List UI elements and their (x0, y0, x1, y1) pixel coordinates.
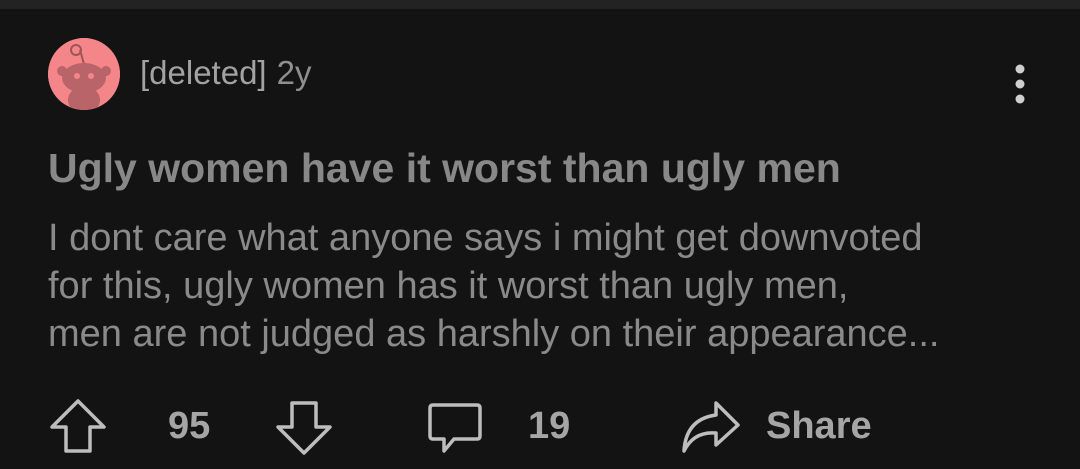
more-vertical-icon (1015, 64, 1025, 104)
vote-count: 95 (168, 404, 211, 447)
post-age: 2y (276, 54, 312, 91)
post-body-line: I dont care what anyone says i might get… (48, 217, 923, 259)
avatar[interactable] (48, 38, 120, 110)
action-bar: 95 19 Share (0, 391, 1080, 461)
more-options-button[interactable] (1002, 55, 1038, 111)
post-meta: [deleted] 2y (140, 53, 311, 93)
upvote-button[interactable] (48, 391, 108, 461)
author-name[interactable]: [deleted] (140, 54, 267, 91)
snoo-avatar-icon (48, 38, 120, 110)
share-button[interactable]: Share (678, 391, 872, 461)
upvote-arrow-icon (50, 399, 106, 453)
comment-count: 19 (528, 404, 571, 447)
post-body-line: men are not judged as harshly on their a… (48, 313, 940, 355)
post-title[interactable]: Ugly women have it worst than ugly men (48, 142, 1048, 194)
share-label: Share (766, 404, 872, 447)
comments-button[interactable]: 19 (424, 391, 570, 461)
share-arrow-icon (682, 401, 740, 453)
post-body-line: for this, ugly women has it worst than u… (48, 265, 849, 307)
downvote-button[interactable] (274, 391, 334, 461)
post-card[interactable]: [deleted] 2y Ugly women have it worst tha… (0, 0, 1080, 469)
comment-bubble-icon (428, 403, 482, 453)
post-body[interactable]: I dont care what anyone says i might get… (48, 214, 1038, 358)
downvote-arrow-icon (276, 401, 332, 455)
